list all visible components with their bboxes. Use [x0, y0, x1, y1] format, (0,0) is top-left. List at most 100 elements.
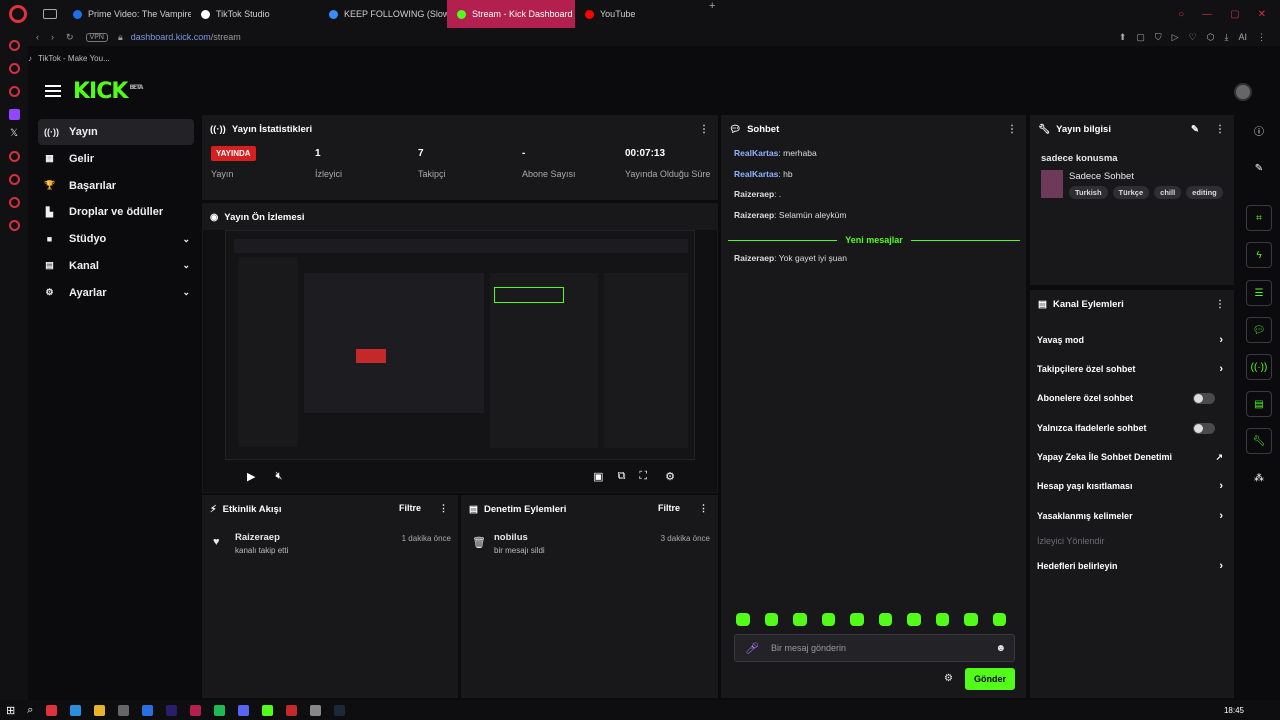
- kick-logo[interactable]: KICK BETA: [73, 79, 143, 104]
- close-window-icon[interactable]: ✕: [1258, 9, 1266, 20]
- rail-scan-icon[interactable]: ⌗: [1246, 205, 1272, 231]
- toggle-switch[interactable]: [1193, 422, 1215, 434]
- rail-list-icon[interactable]: ☰: [1246, 280, 1272, 306]
- windows-start-icon[interactable]: ⊞: [6, 704, 15, 717]
- taskbar-steam-icon[interactable]: [334, 704, 346, 716]
- nav-item-5[interactable]: ▤ Kanal ⌄: [38, 253, 194, 279]
- ai-button[interactable]: AI: [1238, 32, 1247, 43]
- chat-input[interactable]: 🎤︎ Bir mesaj gönderin ☻: [734, 634, 1015, 662]
- new-tab-icon[interactable]: +: [709, 0, 715, 28]
- sidebar-x-icon[interactable]: 𝕏: [9, 128, 20, 139]
- mic-icon[interactable]: 🎤︎: [745, 642, 759, 655]
- chat-username[interactable]: RealKartas: [734, 148, 778, 158]
- edit-icon[interactable]: ✎: [1246, 155, 1272, 181]
- taskbar-kick-icon[interactable]: [262, 704, 274, 716]
- channel-action-item[interactable]: Abonelere özel sohbet: [1037, 391, 1225, 405]
- url-field[interactable]: dashboard.kick.com/stream: [131, 32, 241, 42]
- taskbar-operagx-icon[interactable]: [190, 704, 202, 716]
- channel-action-item[interactable]: Hedefleri belirleyin ›: [1037, 559, 1225, 573]
- sidebar-pinboard-icon[interactable]: [8, 197, 20, 208]
- sidebar-twitch-icon[interactable]: [8, 109, 20, 120]
- channel-actions-menu-icon[interactable]: ⋮: [1215, 299, 1225, 310]
- channel-action-item[interactable]: Yavaş mod ›: [1037, 333, 1225, 347]
- vpn-badge[interactable]: VPN: [85, 32, 108, 42]
- taskbar-aftereffects-icon[interactable]: [166, 704, 178, 716]
- browser-tab[interactable]: TikTok Studio: [191, 0, 319, 28]
- list-item[interactable]: 🗑︎ nobilus bir mesajı sildi 3 dakika önce: [470, 532, 710, 560]
- search-tabs-icon[interactable]: ○: [1178, 9, 1184, 20]
- opera-logo-icon[interactable]: [9, 5, 27, 23]
- chat-menu-icon[interactable]: ⋮: [1007, 124, 1017, 135]
- heart-icon[interactable]: ♡: [1189, 32, 1197, 43]
- play-icon[interactable]: ▷: [1172, 32, 1179, 43]
- reload-icon[interactable]: ↻: [66, 32, 74, 43]
- taskbar-app-icon[interactable]: [286, 704, 298, 716]
- taskbar-search-icon[interactable]: ⌕: [27, 704, 33, 717]
- rail-layout-icon[interactable]: ▤: [1246, 391, 1272, 417]
- chat-username[interactable]: Raizeraep: [734, 253, 774, 263]
- category-thumbnail[interactable]: [1041, 170, 1063, 198]
- taskbar-outlook-icon[interactable]: [142, 704, 154, 716]
- chevron-right-icon[interactable]: ›: [1219, 480, 1223, 492]
- browser-tab[interactable]: Stream - Kick Dashboard: [447, 0, 575, 28]
- emote-5[interactable]: [850, 613, 864, 626]
- rail-broadcast-icon[interactable]: ((·)): [1246, 354, 1272, 380]
- emote-8[interactable]: [935, 613, 949, 626]
- sidebar-player-icon[interactable]: [8, 151, 20, 162]
- edit-info-icon[interactable]: ✎: [1191, 124, 1199, 135]
- taskbar-store-icon[interactable]: [118, 704, 130, 716]
- tag-chip[interactable]: Turkish: [1069, 186, 1108, 199]
- chevron-right-icon[interactable]: ›: [1219, 560, 1223, 572]
- nav-item-3[interactable]: ▙ Droplar ve ödüller: [38, 199, 194, 225]
- sidebar-history-icon[interactable]: [8, 174, 20, 185]
- shield-icon[interactable]: ⛉: [1155, 32, 1162, 43]
- browser-tab[interactable]: KEEP FOLLOWING (Slowe: [319, 0, 447, 28]
- taskbar-clock[interactable]: 18:45: [1224, 706, 1244, 715]
- toggle-switch[interactable]: [1193, 392, 1215, 404]
- extension-icon[interactable]: ⬡: [1207, 32, 1215, 43]
- taskbar-spotify-icon[interactable]: [214, 704, 226, 716]
- channel-action-item[interactable]: Yasaklanmış kelimeler ›: [1037, 509, 1225, 523]
- nav-item-1[interactable]: ▦ Gelir: [38, 146, 194, 172]
- sidebar-ai-icon[interactable]: [8, 40, 20, 51]
- list-item[interactable]: ♥ Raizeraep kanalı takip etti 1 dakika önce: [211, 532, 451, 560]
- rail-chat-icon[interactable]: 💬︎: [1246, 317, 1272, 343]
- play-button[interactable]: ▶: [247, 470, 255, 483]
- chevron-down-icon[interactable]: ⌄: [182, 287, 190, 298]
- mute-icon[interactable]: 🔇︎: [275, 470, 282, 483]
- chevron-down-icon[interactable]: ⌄: [182, 260, 190, 271]
- settings-icon[interactable]: ⚙: [665, 470, 675, 483]
- info-icon[interactable]: ⓘ: [1246, 117, 1272, 143]
- minimize-icon[interactable]: —: [1202, 9, 1212, 20]
- rail-wrench-icon[interactable]: 🔧︎: [1246, 428, 1272, 454]
- channel-action-item[interactable]: Takipçilere özel sohbet ›: [1037, 362, 1225, 376]
- emote-7[interactable]: [907, 613, 921, 626]
- moderation-menu-icon[interactable]: ⋮: [699, 503, 708, 514]
- event-user[interactable]: Raizeraep: [235, 532, 280, 543]
- emote-3[interactable]: [793, 613, 807, 626]
- rail-apps-icon[interactable]: ⁂: [1246, 465, 1272, 491]
- tab-overview-icon[interactable]: [43, 9, 57, 19]
- tag-chip[interactable]: editing: [1186, 186, 1223, 199]
- taskbar-edge-icon[interactable]: [70, 704, 82, 716]
- browser-tab[interactable]: Prime Video: The Vampire: [63, 0, 191, 28]
- rail-bolt-icon[interactable]: ϟ: [1246, 242, 1272, 268]
- nav-item-2[interactable]: 🏆 Başarılar: [38, 173, 194, 199]
- preview-video[interactable]: [225, 230, 695, 460]
- emote-10[interactable]: [992, 613, 1006, 626]
- menu-icon[interactable]: ⋮: [1257, 32, 1266, 43]
- chevron-right-icon[interactable]: ›: [1219, 334, 1223, 346]
- pip-icon[interactable]: ⧉: [618, 470, 626, 483]
- forward-icon[interactable]: ›: [51, 32, 54, 42]
- pin-icon[interactable]: ⬆: [1119, 32, 1127, 43]
- bookmark-tiktok[interactable]: TikTok - Make You...: [38, 54, 110, 63]
- nav-item-0[interactable]: ((·)) Yayın: [38, 119, 194, 145]
- emoji-icon[interactable]: ☻: [995, 643, 1006, 654]
- emote-2[interactable]: [764, 613, 778, 626]
- snapshot-icon[interactable]: ▢: [1136, 32, 1145, 43]
- taskbar-opera-icon[interactable]: [46, 704, 58, 716]
- theater-icon[interactable]: ▣: [593, 470, 603, 483]
- category-name[interactable]: Sadece Sohbet: [1069, 171, 1134, 182]
- external-link-icon[interactable]: ↗: [1215, 452, 1223, 463]
- nav-item-6[interactable]: ⚙ Ayarlar ⌄: [38, 280, 194, 306]
